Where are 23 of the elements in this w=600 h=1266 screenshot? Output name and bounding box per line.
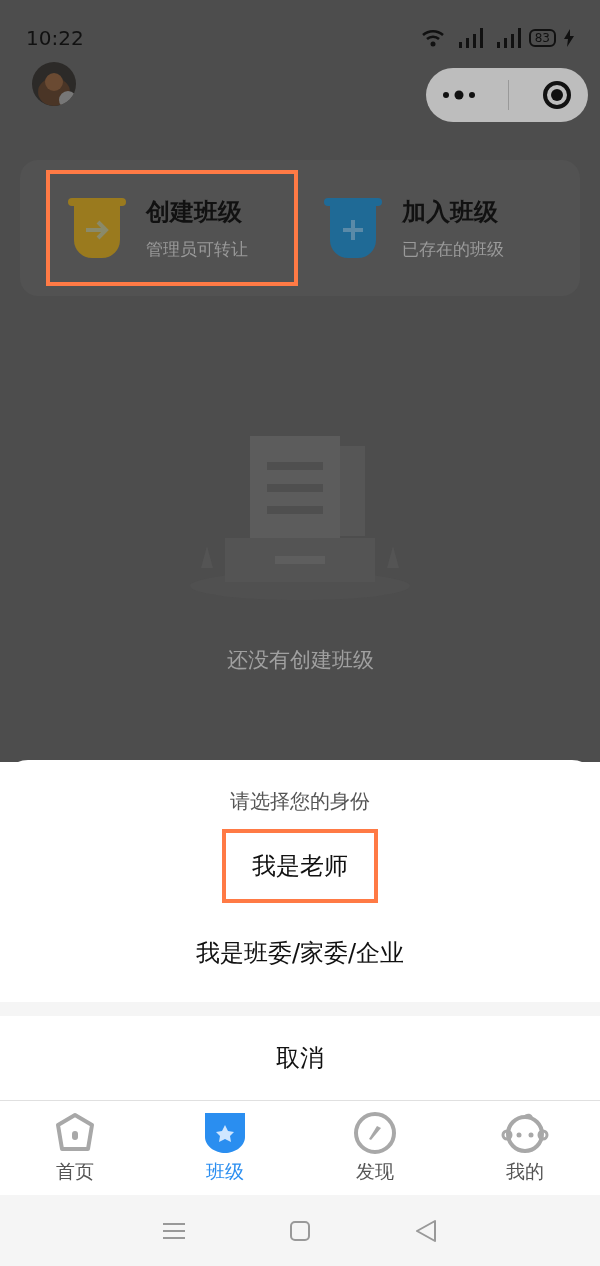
empty-message: 还没有创建班级: [226, 647, 374, 674]
cup-plus-icon: [324, 198, 382, 258]
status-time: 10:22: [26, 26, 84, 50]
action-title: 创建班级: [146, 196, 243, 228]
action-subtitle: 已存在的班级: [402, 237, 504, 261]
tab[interactable]: 我的: [470, 1110, 580, 1186]
tab[interactable]: 发现: [320, 1110, 430, 1186]
sheet-option[interactable]: 我是老师: [222, 829, 378, 903]
more-icon[interactable]: [442, 90, 477, 100]
wifi-icon: [420, 29, 445, 47]
shield-star-icon: [203, 1111, 247, 1155]
action-title: 加入班级: [402, 196, 499, 228]
baby-face-icon: [501, 1111, 549, 1155]
sheet-title: 请选择您的身份: [230, 788, 370, 815]
back-icon[interactable]: [415, 1219, 438, 1242]
cup-arrow-icon: [68, 198, 126, 258]
home-button-icon[interactable]: [290, 1220, 310, 1241]
menu-icon[interactable]: [162, 1221, 185, 1240]
charging-icon: [564, 29, 574, 47]
battery-level: 83: [528, 29, 556, 47]
tab[interactable]: 首页: [20, 1110, 130, 1186]
action-subtitle: 管理员可转让: [146, 237, 248, 261]
compass-icon: [353, 1111, 397, 1155]
